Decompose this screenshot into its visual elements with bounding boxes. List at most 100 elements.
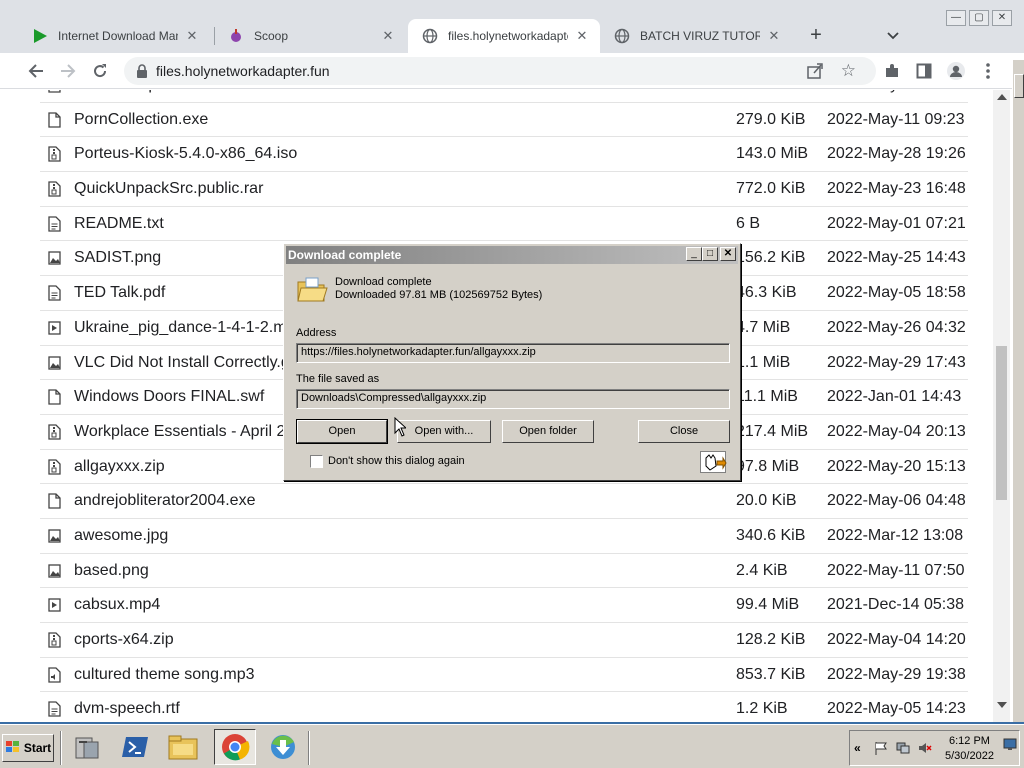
file-name-link[interactable]: dvm-speech.rtf (74, 700, 180, 718)
url-text[interactable]: files.holynetworkadapter.fun (156, 63, 330, 79)
file-explorer-icon[interactable] (162, 729, 204, 765)
file-name-link[interactable]: awesome.jpg (74, 527, 168, 545)
new-tab-button[interactable]: + (806, 25, 826, 45)
file-name-link[interactable]: TED Talk.pdf (74, 284, 165, 302)
file-date: 2022-May-26 04:32 (827, 318, 966, 336)
window-controls: — ▢ ✕ (946, 10, 1012, 26)
image-file-icon (48, 250, 61, 266)
file-name-link[interactable]: Pissedoffbpnbb.flv (74, 90, 204, 94)
file-date: 2022-May-01 07:21 (827, 214, 966, 232)
saved-path-field[interactable]: Downloads\Compressed\allgayxxx.zip (296, 389, 730, 409)
image-file-icon (48, 528, 61, 544)
text-file-icon (48, 701, 61, 718)
server-manager-icon[interactable] (66, 729, 108, 765)
file-name-link[interactable]: QuickUnpackSrc.public.rar (74, 180, 263, 198)
show-desktop-icon[interactable] (1003, 737, 1017, 751)
clock-time: 6:12 PM (948, 735, 990, 747)
tab-files-holynetworkadapter[interactable]: files.holynetworkadapter.f ✕ (408, 19, 600, 53)
file-size: 853.7 KiB (736, 665, 806, 683)
maximize-icon[interactable]: ▢ (969, 10, 989, 26)
minimize-icon[interactable]: — (946, 10, 966, 26)
file-date: 2022-Mar-12 13:08 (827, 526, 964, 544)
reload-icon[interactable] (90, 61, 110, 81)
address-field[interactable]: https://files.holynetworkadapter.fun/all… (296, 343, 730, 363)
file-size: 73.2 MiB (736, 90, 799, 94)
file-name-link[interactable]: Porteus-Kiosk-5.4.0-x86_64.iso (74, 145, 297, 163)
tab-search-chevron-icon[interactable] (884, 27, 902, 45)
forward-arrow-icon[interactable] (58, 61, 78, 81)
network-icon[interactable] (896, 741, 910, 755)
text-file-icon (48, 285, 61, 301)
idm-taskbar-icon[interactable] (262, 729, 304, 765)
image-file-icon (48, 563, 61, 579)
file-name-link[interactable]: based.png (74, 562, 149, 580)
dialog-minimize-icon[interactable]: _ (686, 247, 702, 261)
start-button[interactable]: Start (2, 734, 54, 762)
tab-strip: Internet Download Manag ✕ Scoop ✕ files.… (0, 0, 1024, 53)
file-name-link[interactable]: VLC Did Not Install Correctly.gif (74, 354, 298, 372)
dialog-title: Download complete (286, 246, 738, 264)
file-name-link[interactable]: README.txt (74, 215, 164, 233)
share-icon[interactable] (806, 62, 824, 80)
scroll-down-icon[interactable] (997, 702, 1007, 708)
taskbar-clock[interactable]: 6:12 PM 5/30/2022 (945, 734, 994, 764)
action-center-flag-icon[interactable] (874, 741, 888, 755)
file-name-link[interactable]: SADIST.png (74, 249, 161, 267)
open-folder-button[interactable]: Open folder (502, 420, 594, 443)
dont-show-checkbox[interactable] (310, 455, 323, 468)
close-button[interactable]: Close (638, 420, 730, 443)
extensions-puzzle-icon[interactable] (882, 61, 902, 81)
bookmark-star-icon[interactable]: ☆ (841, 61, 856, 81)
file-name-link[interactable]: PornCollection.exe (74, 111, 208, 129)
start-label: Start (23, 741, 52, 755)
clock-date: 5/30/2022 (945, 750, 994, 762)
tab-close-icon[interactable]: ✕ (574, 28, 590, 44)
file-name-link[interactable]: andrejobliterator2004.exe (74, 492, 255, 510)
powershell-icon[interactable] (114, 729, 156, 765)
globe-icon (614, 28, 630, 44)
file-name-link[interactable]: cabsux.mp4 (74, 596, 160, 614)
file-date: 2021-Dec-14 05:38 (827, 596, 964, 614)
address-bar[interactable]: files.holynetworkadapter.fun ☆ (124, 57, 876, 85)
tab-close-icon[interactable]: ✕ (766, 28, 782, 44)
file-name-link[interactable]: cports-x64.zip (74, 631, 174, 649)
file-name-link[interactable]: allgayxxx.zip (74, 458, 165, 476)
volume-muted-icon[interactable] (918, 741, 932, 755)
file-name-link[interactable]: cultured theme song.mp3 (74, 666, 255, 684)
dialog-maximize-icon[interactable]: □ (702, 247, 718, 261)
dont-show-label[interactable]: Don't show this dialog again (328, 455, 465, 467)
side-panel-icon[interactable] (914, 61, 934, 81)
chrome-taskbar-icon[interactable] (214, 729, 256, 765)
file-size: 143.0 MiB (736, 145, 809, 163)
tray-expand-icon[interactable]: « (854, 741, 868, 755)
mouse-cursor-icon (394, 416, 408, 437)
tab-close-icon[interactable]: ✕ (184, 28, 200, 44)
file-date: 2022-May-11 09:23 (827, 110, 965, 128)
open-with-button[interactable]: Open with... (397, 420, 491, 443)
scroll-up-icon[interactable] (997, 94, 1007, 100)
file-date: 2022-Jan-01 14:43 (827, 388, 962, 406)
open-button[interactable]: Open (296, 419, 388, 444)
file-size: 6 B (736, 214, 761, 232)
window-scroll-thumb[interactable] (1014, 74, 1024, 98)
scroll-thumb[interactable] (996, 346, 1007, 500)
menu-kebab-icon[interactable] (978, 61, 998, 81)
file-name-link[interactable]: Windows Doors FINAL.swf (74, 388, 264, 406)
tab-batch-viruz[interactable]: BATCH VIRUZ TUTORIALZ ✕ (600, 19, 792, 53)
archive-file-icon (48, 632, 61, 648)
dialog-close-icon[interactable]: ✕ (720, 247, 736, 261)
close-window-icon[interactable]: ✕ (992, 10, 1012, 26)
table-row: cports-x64.zip 128.2 KiB 2022-May-04 14:20 (40, 623, 968, 658)
page-scrollbar[interactable] (993, 90, 1010, 722)
profile-avatar-icon[interactable] (946, 61, 966, 81)
tab-idm[interactable]: Internet Download Manag ✕ (18, 19, 210, 53)
tab-scoop[interactable]: Scoop ✕ (214, 19, 406, 53)
tab-close-icon[interactable]: ✕ (380, 28, 396, 44)
file-name-link[interactable]: Ukraine_pig_dance-1-4-1-2.mp4 (74, 319, 304, 337)
file-size: 99.4 MiB (736, 596, 800, 614)
back-arrow-icon[interactable] (26, 61, 46, 81)
file-date: 2022-May-28 19:26 (827, 145, 966, 163)
table-row: Pissedoffbpnbb.flv 73.2 MiB 2022-May-12 07… (40, 90, 968, 103)
lock-icon[interactable] (136, 64, 148, 78)
window-scrollbar[interactable] (1012, 60, 1024, 722)
